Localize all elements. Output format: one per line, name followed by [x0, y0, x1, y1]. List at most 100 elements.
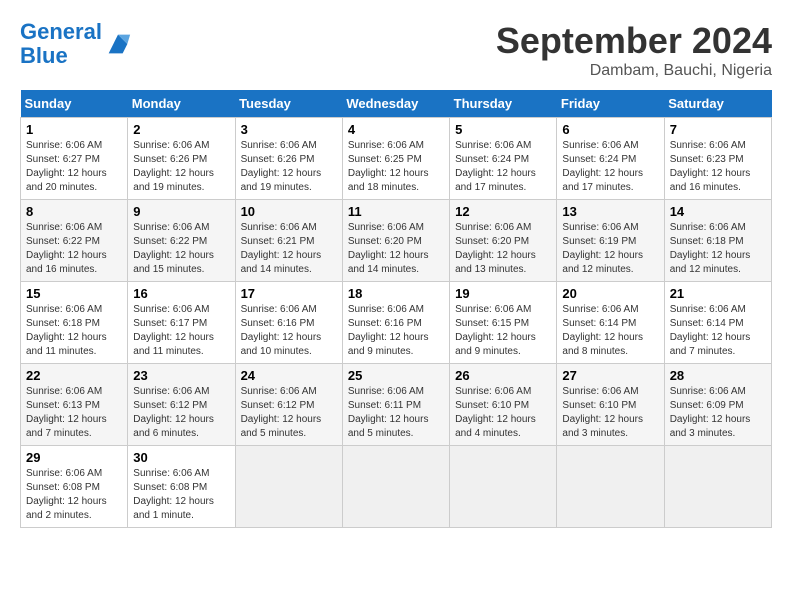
- day-number: 2: [133, 122, 229, 137]
- day-number: 11: [348, 204, 444, 219]
- day-number: 1: [26, 122, 122, 137]
- weekday-monday: Monday: [128, 90, 235, 118]
- day-number: 21: [670, 286, 766, 301]
- calendar-cell: 15 Sunrise: 6:06 AM Sunset: 6:18 PM Dayli…: [21, 282, 128, 364]
- calendar-cell: 13 Sunrise: 6:06 AM Sunset: 6:19 PM Dayli…: [557, 200, 664, 282]
- location: Dambam, Bauchi, Nigeria: [496, 62, 772, 80]
- calendar-cell: 28 Sunrise: 6:06 AM Sunset: 6:09 PM Dayli…: [664, 364, 771, 446]
- calendar-cell: 21 Sunrise: 6:06 AM Sunset: 6:14 PM Dayli…: [664, 282, 771, 364]
- day-number: 13: [562, 204, 658, 219]
- day-number: 27: [562, 368, 658, 383]
- day-number: 10: [241, 204, 337, 219]
- day-info: Sunrise: 6:06 AM Sunset: 6:23 PM Dayligh…: [670, 139, 766, 195]
- day-info: Sunrise: 6:06 AM Sunset: 6:27 PM Dayligh…: [26, 139, 122, 195]
- day-number: 19: [455, 286, 551, 301]
- day-info: Sunrise: 6:06 AM Sunset: 6:14 PM Dayligh…: [670, 303, 766, 359]
- day-number: 26: [455, 368, 551, 383]
- day-number: 25: [348, 368, 444, 383]
- day-info: Sunrise: 6:06 AM Sunset: 6:12 PM Dayligh…: [133, 385, 229, 441]
- weekday-friday: Friday: [557, 90, 664, 118]
- day-number: 22: [26, 368, 122, 383]
- calendar-cell: 3Sunrise: 6:06 AM Sunset: 6:26 PM Daylig…: [235, 118, 342, 200]
- day-info: Sunrise: 6:06 AM Sunset: 6:22 PM Dayligh…: [133, 221, 229, 277]
- day-number: 16: [133, 286, 229, 301]
- calendar-cell: 9 Sunrise: 6:06 AM Sunset: 6:22 PM Daylig…: [128, 200, 235, 282]
- calendar-cell: 2 Sunrise: 6:06 AM Sunset: 6:26 PM Daylig…: [128, 118, 235, 200]
- calendar-cell: [664, 446, 771, 528]
- calendar-cell: 30Sunrise: 6:06 AM Sunset: 6:08 PM Dayli…: [128, 446, 235, 528]
- day-number: 7: [670, 122, 766, 137]
- day-info: Sunrise: 6:06 AM Sunset: 6:16 PM Dayligh…: [348, 303, 444, 359]
- day-number: 6: [562, 122, 658, 137]
- day-number: 12: [455, 204, 551, 219]
- calendar-cell: 23 Sunrise: 6:06 AM Sunset: 6:12 PM Dayli…: [128, 364, 235, 446]
- day-number: 3: [241, 122, 337, 137]
- calendar-cell: 22 Sunrise: 6:06 AM Sunset: 6:13 PM Dayli…: [21, 364, 128, 446]
- day-number: 18: [348, 286, 444, 301]
- day-number: 8: [26, 204, 122, 219]
- weekday-wednesday: Wednesday: [342, 90, 449, 118]
- page-header: GeneralBlue September 2024 Dambam, Bauch…: [20, 20, 772, 80]
- calendar-table: SundayMondayTuesdayWednesdayThursdayFrid…: [20, 90, 772, 528]
- day-number: 24: [241, 368, 337, 383]
- logo: GeneralBlue: [20, 20, 132, 68]
- calendar-cell: [342, 446, 449, 528]
- day-number: 5: [455, 122, 551, 137]
- day-info: Sunrise: 6:06 AM Sunset: 6:24 PM Dayligh…: [455, 139, 551, 195]
- weekday-sunday: Sunday: [21, 90, 128, 118]
- weekday-tuesday: Tuesday: [235, 90, 342, 118]
- calendar-cell: 18 Sunrise: 6:06 AM Sunset: 6:16 PM Dayli…: [342, 282, 449, 364]
- calendar-cell: 24 Sunrise: 6:06 AM Sunset: 6:12 PM Dayli…: [235, 364, 342, 446]
- day-info: Sunrise: 6:06 AM Sunset: 6:24 PM Dayligh…: [562, 139, 658, 195]
- day-info: Sunrise: 6:06 AM Sunset: 6:22 PM Dayligh…: [26, 221, 122, 277]
- day-number: 9: [133, 204, 229, 219]
- day-info: Sunrise: 6:06 AM Sunset: 6:19 PM Dayligh…: [562, 221, 658, 277]
- calendar-cell: [235, 446, 342, 528]
- day-number: 28: [670, 368, 766, 383]
- weekday-thursday: Thursday: [450, 90, 557, 118]
- title-block: September 2024 Dambam, Bauchi, Nigeria: [496, 20, 772, 80]
- calendar-week-1: 8 Sunrise: 6:06 AM Sunset: 6:22 PM Daylig…: [21, 200, 772, 282]
- logo-text: GeneralBlue: [20, 20, 102, 68]
- calendar-cell: 1 Sunrise: 6:06 AM Sunset: 6:27 PM Daylig…: [21, 118, 128, 200]
- day-number: 29: [26, 450, 122, 465]
- calendar-cell: 26Sunrise: 6:06 AM Sunset: 6:10 PM Dayli…: [450, 364, 557, 446]
- day-info: Sunrise: 6:06 AM Sunset: 6:15 PM Dayligh…: [455, 303, 551, 359]
- day-number: 4: [348, 122, 444, 137]
- day-info: Sunrise: 6:06 AM Sunset: 6:18 PM Dayligh…: [26, 303, 122, 359]
- calendar-cell: 17Sunrise: 6:06 AM Sunset: 6:16 PM Dayli…: [235, 282, 342, 364]
- day-info: Sunrise: 6:06 AM Sunset: 6:10 PM Dayligh…: [562, 385, 658, 441]
- calendar-cell: 27 Sunrise: 6:06 AM Sunset: 6:10 PM Dayli…: [557, 364, 664, 446]
- day-info: Sunrise: 6:06 AM Sunset: 6:11 PM Dayligh…: [348, 385, 444, 441]
- calendar-cell: 20Sunrise: 6:06 AM Sunset: 6:14 PM Dayli…: [557, 282, 664, 364]
- day-info: Sunrise: 6:06 AM Sunset: 6:26 PM Dayligh…: [133, 139, 229, 195]
- calendar-cell: 10 Sunrise: 6:06 AM Sunset: 6:21 PM Dayli…: [235, 200, 342, 282]
- calendar-cell: 19 Sunrise: 6:06 AM Sunset: 6:15 PM Dayli…: [450, 282, 557, 364]
- calendar-week-0: 1 Sunrise: 6:06 AM Sunset: 6:27 PM Daylig…: [21, 118, 772, 200]
- weekday-saturday: Saturday: [664, 90, 771, 118]
- day-number: 20: [562, 286, 658, 301]
- logo-icon: [104, 30, 132, 58]
- day-info: Sunrise: 6:06 AM Sunset: 6:08 PM Dayligh…: [26, 467, 122, 523]
- day-info: Sunrise: 6:06 AM Sunset: 6:25 PM Dayligh…: [348, 139, 444, 195]
- day-number: 23: [133, 368, 229, 383]
- calendar-cell: [450, 446, 557, 528]
- day-info: Sunrise: 6:06 AM Sunset: 6:17 PM Dayligh…: [133, 303, 229, 359]
- day-info: Sunrise: 6:06 AM Sunset: 6:08 PM Dayligh…: [133, 467, 229, 523]
- calendar-week-2: 15 Sunrise: 6:06 AM Sunset: 6:18 PM Dayli…: [21, 282, 772, 364]
- day-number: 15: [26, 286, 122, 301]
- calendar-cell: 29 Sunrise: 6:06 AM Sunset: 6:08 PM Dayli…: [21, 446, 128, 528]
- calendar-cell: 25 Sunrise: 6:06 AM Sunset: 6:11 PM Dayli…: [342, 364, 449, 446]
- day-number: 17: [241, 286, 337, 301]
- day-info: Sunrise: 6:06 AM Sunset: 6:09 PM Dayligh…: [670, 385, 766, 441]
- calendar-week-4: 29 Sunrise: 6:06 AM Sunset: 6:08 PM Dayli…: [21, 446, 772, 528]
- day-info: Sunrise: 6:06 AM Sunset: 6:13 PM Dayligh…: [26, 385, 122, 441]
- day-info: Sunrise: 6:06 AM Sunset: 6:12 PM Dayligh…: [241, 385, 337, 441]
- calendar-cell: 5 Sunrise: 6:06 AM Sunset: 6:24 PM Daylig…: [450, 118, 557, 200]
- day-info: Sunrise: 6:06 AM Sunset: 6:20 PM Dayligh…: [455, 221, 551, 277]
- day-info: Sunrise: 6:06 AM Sunset: 6:21 PM Dayligh…: [241, 221, 337, 277]
- calendar-cell: 4 Sunrise: 6:06 AM Sunset: 6:25 PM Daylig…: [342, 118, 449, 200]
- calendar-cell: 6 Sunrise: 6:06 AM Sunset: 6:24 PM Daylig…: [557, 118, 664, 200]
- month-title: September 2024: [496, 20, 772, 62]
- calendar-cell: 7 Sunrise: 6:06 AM Sunset: 6:23 PM Daylig…: [664, 118, 771, 200]
